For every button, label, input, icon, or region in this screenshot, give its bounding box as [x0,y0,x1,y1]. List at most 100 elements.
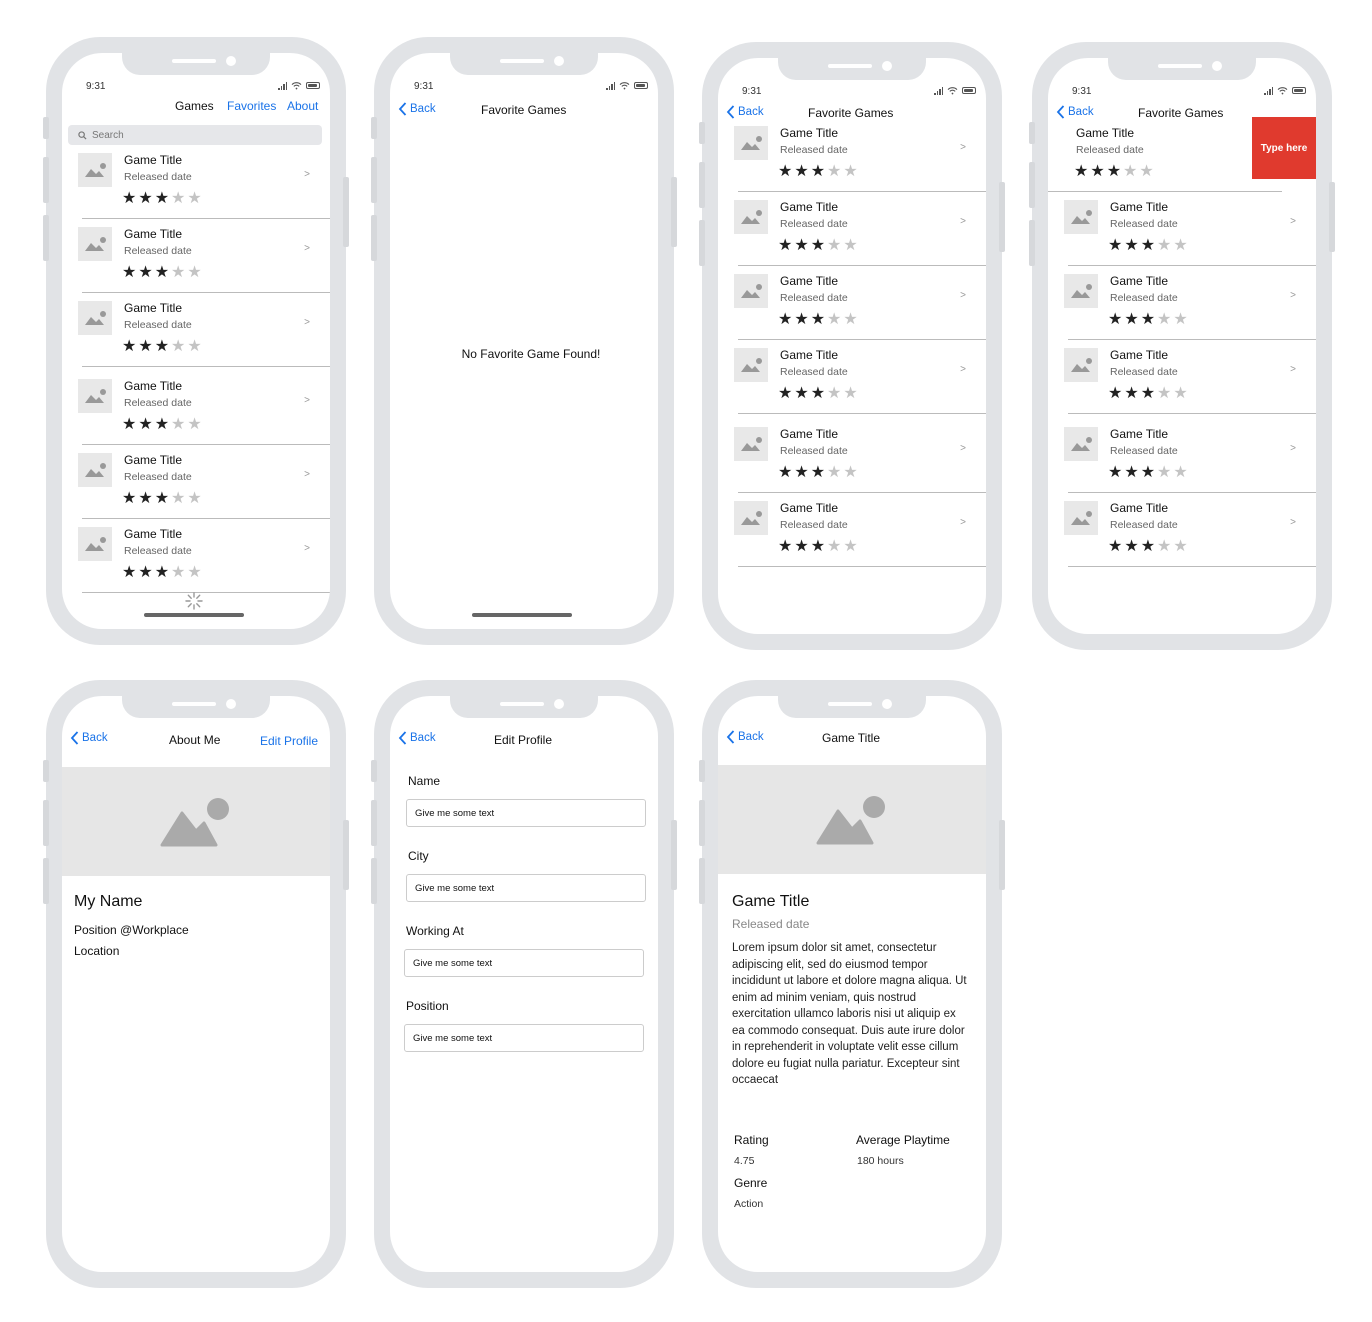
star-icon: ★ [1140,538,1156,555]
list-item[interactable]: Game TitleReleased date>★★★★★ [734,421,986,493]
list-item[interactable]: Game TitleReleased date>★★★★★ [1064,342,1316,414]
city-field[interactable] [406,874,646,902]
back-button[interactable]: Back [398,102,436,116]
star-icon: ★ [171,190,186,207]
list-item[interactable]: Game TitleReleased date>★★★★★ [78,373,330,445]
list-item[interactable]: Game TitleReleased date>★★★★★ [734,194,986,266]
chevron-right-icon: > [304,169,310,180]
list-item[interactable]: Game TitleReleased date>★★★★★ [78,521,330,593]
list-item[interactable]: Game TitleReleased date>★★★★★ [78,295,330,367]
wifi-icon [1277,87,1288,95]
star-icon: ★ [138,490,153,507]
phone-favorites-swipe: 9:31 Back Favorite Games Game Title Relea… [1029,42,1335,650]
list-item[interactable]: Game TitleReleased date>★★★★★ [1064,495,1316,567]
loading-spinner-icon [185,592,203,610]
star-icon: ★ [827,538,842,555]
item-date: Released date [124,397,192,409]
list-item[interactable]: Game TitleReleased date>★★★★★ [1064,268,1316,340]
signal-icon [278,81,287,90]
list-item[interactable]: Game TitleReleased date>★★★★★ [734,342,986,414]
star-icon: ★ [138,416,153,433]
search-input[interactable]: Search [68,125,322,145]
star-icon: ★ [154,190,170,207]
divider [82,366,330,367]
back-button[interactable]: Back [70,731,108,745]
item-date: Released date [780,292,848,304]
edit-profile-button[interactable]: Edit Profile [260,734,318,748]
delete-action-button[interactable]: Type here [1252,117,1316,179]
item-date: Released date [1110,445,1178,457]
working-at-field[interactable] [404,949,644,977]
back-button[interactable]: Back [1056,105,1094,119]
status-icons [606,81,648,90]
list-item[interactable]: Game TitleReleased date>★★★★★ [78,447,330,519]
star-icon: ★ [1074,163,1089,180]
image-placeholder-icon [1064,274,1098,308]
star-icon: ★ [187,490,202,507]
list-item[interactable]: Game TitleReleased date>★★★★★ [734,495,986,567]
back-button[interactable]: Back [398,731,436,745]
list-item[interactable]: Game TitleReleased date>★★★★★ [1064,194,1316,266]
star-icon: ★ [778,311,793,328]
profile-location: Location [74,944,120,958]
item-title: Game Title [1110,348,1169,362]
list-item[interactable]: Game TitleReleased date>★★★★★ [78,221,330,293]
tab-games[interactable]: Games [175,99,214,113]
profile-name: My Name [74,893,143,910]
tab-favorites[interactable]: Favorites [227,99,276,113]
divider [738,339,986,340]
list-item[interactable]: Game TitleReleased date>★★★★★ [734,120,986,192]
back-button[interactable]: Back [726,730,764,744]
star-icon: ★ [1157,385,1172,402]
star-icon: ★ [843,163,858,180]
star-icon: ★ [122,338,137,355]
star-icon: ★ [171,338,186,355]
rating-stars: ★ ★ ★ ★ ★ [1108,539,1188,555]
star-icon: ★ [1157,538,1172,555]
star-icon: ★ [1108,385,1123,402]
back-label: Back [410,732,436,744]
battery-icon [962,87,976,94]
list-item[interactable]: Game TitleReleased date>★★★★★ [1048,120,1282,192]
star-icon: ★ [122,190,137,207]
star-icon: ★ [154,416,170,433]
item-date: Released date [780,218,848,230]
star-icon: ★ [778,163,793,180]
star-icon: ★ [827,464,842,481]
page-title: Game Title [822,731,881,745]
item-title: Game Title [780,200,839,214]
rating-stars: ★ ★ ★ ★ ★ [778,238,858,254]
screen: Back Edit Profile Name City Working At P… [390,696,658,1272]
empty-state-message: No Favorite Game Found! [461,347,601,361]
back-label: Back [1068,106,1094,118]
page-title: About Me [169,733,221,747]
back-button[interactable]: Back [726,105,764,119]
rating-stars: ★ ★ ★ ★ ★ [778,386,858,402]
tab-about[interactable]: About [287,99,318,113]
rating-stars: ★ ★ ★ ★ ★ [1108,465,1188,481]
rating-stars: ★ ★ ★ ★ ★ [778,465,858,481]
divider [1068,492,1316,493]
star-icon: ★ [1124,311,1139,328]
playtime-label: Average Playtime [856,1133,950,1147]
star-icon: ★ [154,264,170,281]
notch [122,696,270,718]
rating-stars: ★ ★ ★ ★ ★ [122,265,202,281]
item-date: Released date [124,245,192,257]
name-field[interactable] [406,799,646,827]
image-placeholder-icon [78,453,112,487]
rating-stars: ★ ★ ★ ★ ★ [1074,164,1154,180]
image-placeholder-icon [734,501,768,535]
list-item[interactable]: Game TitleReleased date>★★★★★ [78,147,330,219]
position-field[interactable] [404,1024,644,1052]
image-placeholder-icon [734,348,768,382]
screen: Back Game Title Game Title Released date… [718,696,986,1272]
item-date: Released date [124,319,192,331]
list-item[interactable]: Game TitleReleased date>★★★★★ [734,268,986,340]
status-time: 9:31 [86,81,106,92]
signal-icon [1264,86,1273,95]
battery-icon [634,82,648,89]
list-item[interactable]: Game TitleReleased date>★★★★★ [1064,421,1316,493]
image-placeholder-icon [734,200,768,234]
star-icon: ★ [187,264,202,281]
